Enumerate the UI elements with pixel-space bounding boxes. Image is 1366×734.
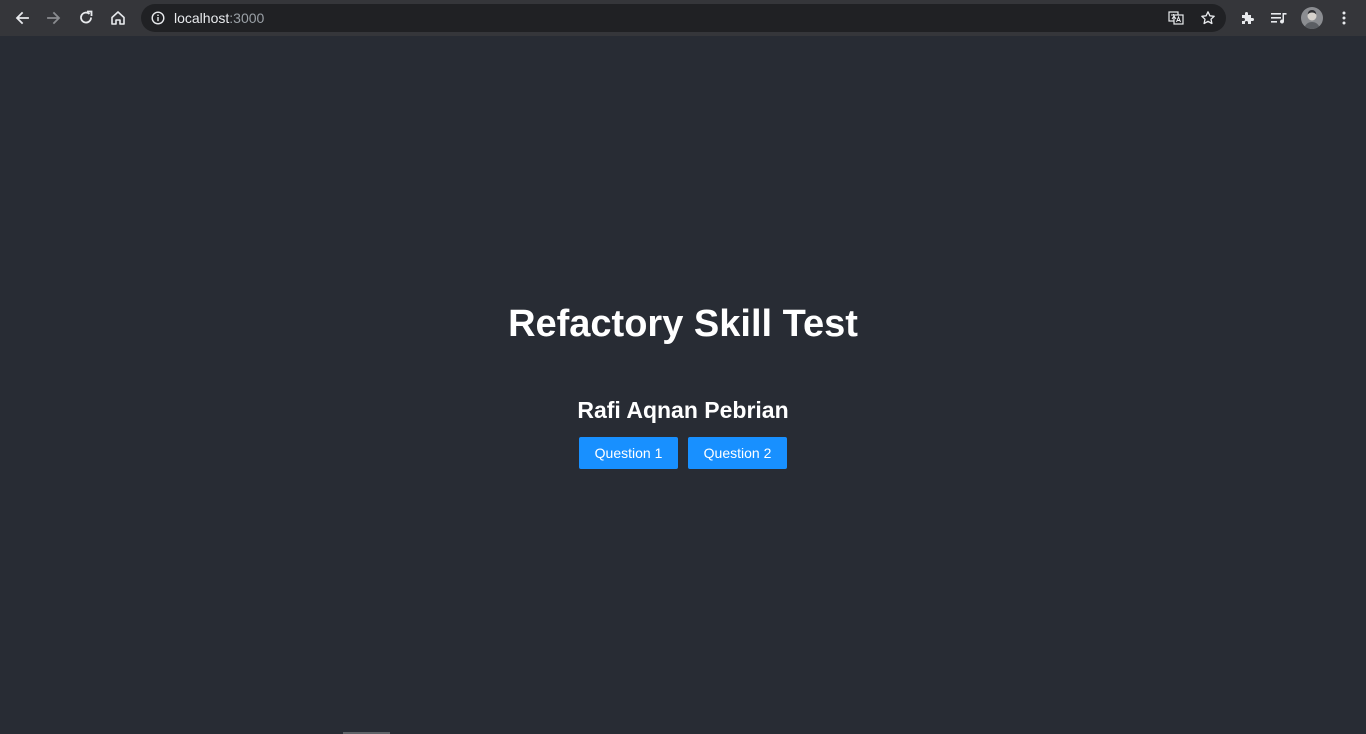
address-bar[interactable]: localhost:3000 [141,4,1226,32]
profile-photo-icon [1304,10,1320,29]
menu-button[interactable] [1332,6,1356,30]
puzzle-icon [1242,12,1254,24]
reading-list-button[interactable] [1267,6,1291,30]
page-content: Refactory Skill Test Rafi Aqnan Pebrian … [0,36,1366,734]
question-buttons: Question 1 Question 2 [0,437,1366,469]
reload-icon [80,10,93,24]
question-1-button[interactable]: Question 1 [579,437,678,469]
star-icon[interactable] [1200,10,1216,26]
extensions-button[interactable] [1236,6,1260,30]
url-host: localhost [174,10,230,26]
browser-toolbar: localhost:3000 [0,0,1366,36]
home-icon [111,11,125,25]
reload-button[interactable] [74,6,98,30]
reading-list-icon [1271,13,1287,24]
forward-button[interactable] [42,6,66,30]
home-button[interactable] [106,6,130,30]
avatar[interactable] [1301,7,1323,29]
kebab-menu-icon [1342,11,1346,25]
back-button[interactable] [10,6,34,30]
info-icon[interactable] [151,11,165,25]
page-title: Refactory Skill Test [508,303,858,345]
translate-icon[interactable] [1168,10,1184,26]
question-2-button[interactable]: Question 2 [688,437,787,469]
url-port: :3000 [229,10,265,26]
url-text[interactable]: localhost:3000 [174,4,264,32]
author-name: Rafi Aqnan Pebrian [577,397,789,423]
arrow-right-icon [47,11,61,25]
arrow-left-icon [15,11,29,25]
